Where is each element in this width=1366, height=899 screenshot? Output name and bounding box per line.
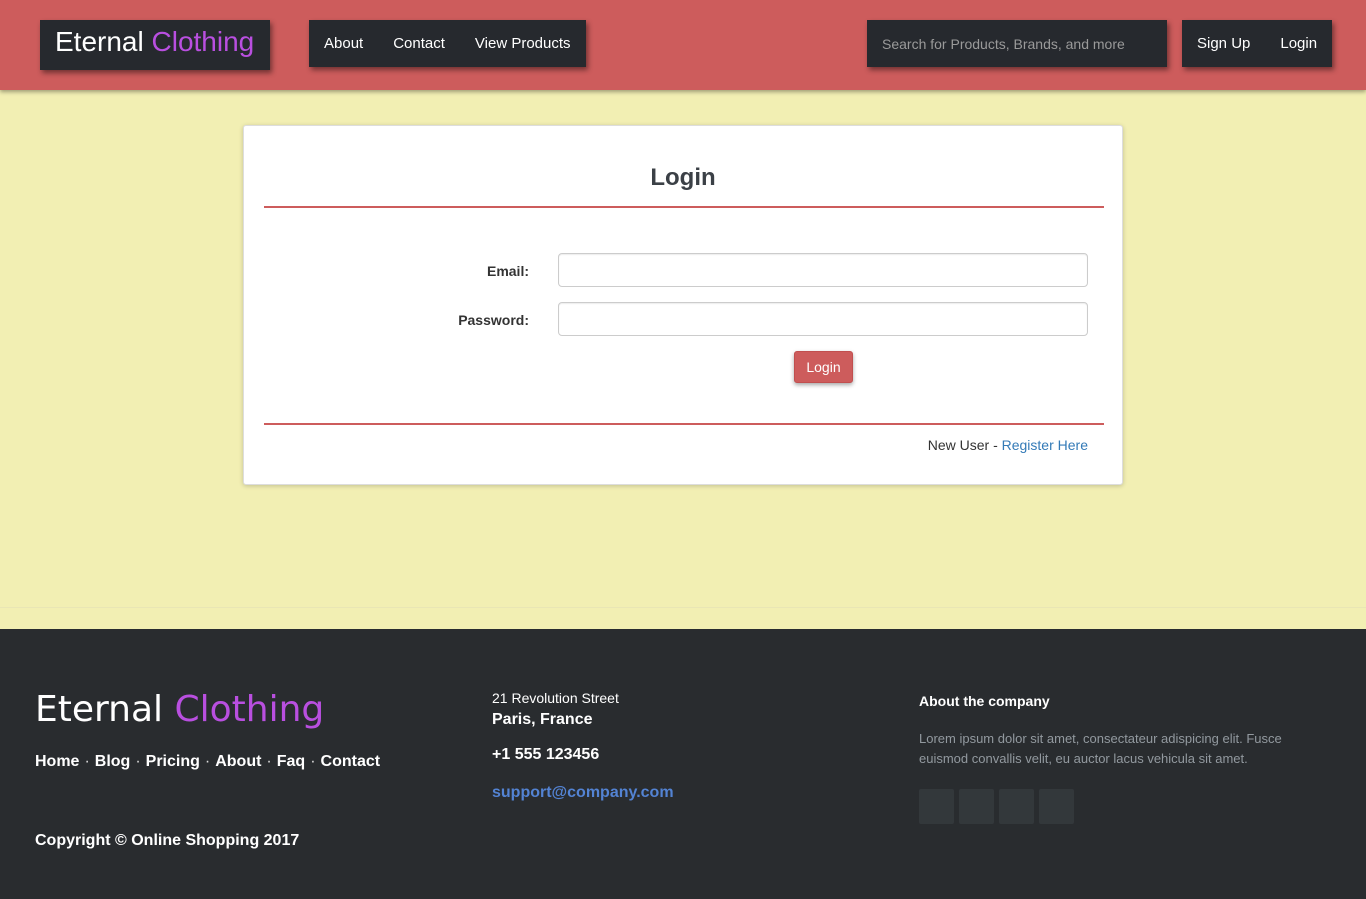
about-heading: About the company <box>919 693 1050 709</box>
address-city: Paris, France <box>492 711 593 728</box>
link-separator: · <box>310 753 316 770</box>
footer-link-blog[interactable]: Blog <box>95 753 131 770</box>
copyright: Copyright © Online Shopping 2017 <box>35 832 300 849</box>
primary-nav: About Contact View Products <box>309 20 586 67</box>
register-prompt: New User - Register Here <box>928 437 1088 453</box>
footer-brand: Eternal Clothing <box>35 689 324 730</box>
footer-link-about[interactable]: About <box>215 753 261 770</box>
link-separator: · <box>84 753 90 770</box>
address-street: 21 Revolution Street <box>492 690 619 706</box>
about-text: Lorem ipsum dolor sit amet, consectateur… <box>919 731 1282 766</box>
register-link[interactable]: Register Here <box>1002 437 1088 453</box>
site-footer: Eternal Clothing Home · Blog · Pricing · About… <box>0 629 1366 899</box>
social-icon[interactable] <box>919 789 954 824</box>
social-links <box>919 789 1074 824</box>
divider-bottom <box>264 423 1104 425</box>
footer-brand-accent: Clothing <box>174 689 325 730</box>
link-separator: · <box>266 753 272 770</box>
search-input[interactable] <box>867 20 1167 67</box>
footer-links: Home · Blog · Pricing · About · Faq · Contact <box>35 753 380 771</box>
brand-accent: Clothing <box>151 26 255 57</box>
nav-login[interactable]: Login <box>1280 35 1317 52</box>
phone-number: +1 555 123456 <box>492 746 600 763</box>
footer-link-pricing[interactable]: Pricing <box>146 753 200 770</box>
brand-logo[interactable]: Eternal Clothing <box>40 20 270 70</box>
support-email-link[interactable]: support@company.com <box>492 784 674 802</box>
login-title: Login <box>650 164 716 191</box>
footer-link-home[interactable]: Home <box>35 753 79 770</box>
email-field[interactable] <box>558 253 1088 287</box>
password-field[interactable] <box>558 302 1088 336</box>
email-label: Email: <box>486 263 529 279</box>
brand-name: Eternal <box>55 26 144 57</box>
footer-link-faq[interactable]: Faq <box>277 753 305 770</box>
nav-view-products[interactable]: View Products <box>475 35 571 52</box>
footer-divider <box>0 607 1366 608</box>
account-nav: Sign Up Login <box>1182 20 1333 67</box>
footer-link-contact[interactable]: Contact <box>321 753 381 770</box>
site-header: Eternal Clothing About Contact View Prod… <box>0 0 1366 90</box>
login-button[interactable]: Login <box>794 351 853 383</box>
nav-sign-up[interactable]: Sign Up <box>1197 35 1250 52</box>
social-icon[interactable] <box>1039 789 1074 824</box>
login-card: Login Email: Password: Login New User - … <box>243 125 1123 485</box>
link-separator: · <box>204 753 211 770</box>
nav-about[interactable]: About <box>324 35 363 52</box>
nav-contact[interactable]: Contact <box>393 35 445 52</box>
footer-brand-name: Eternal <box>35 689 164 730</box>
link-separator: · <box>135 753 141 770</box>
social-icon[interactable] <box>999 789 1034 824</box>
divider-top <box>264 206 1104 208</box>
password-label: Password: <box>458 312 529 328</box>
social-icon[interactable] <box>959 789 994 824</box>
new-user-text: New User - <box>927 437 1002 453</box>
